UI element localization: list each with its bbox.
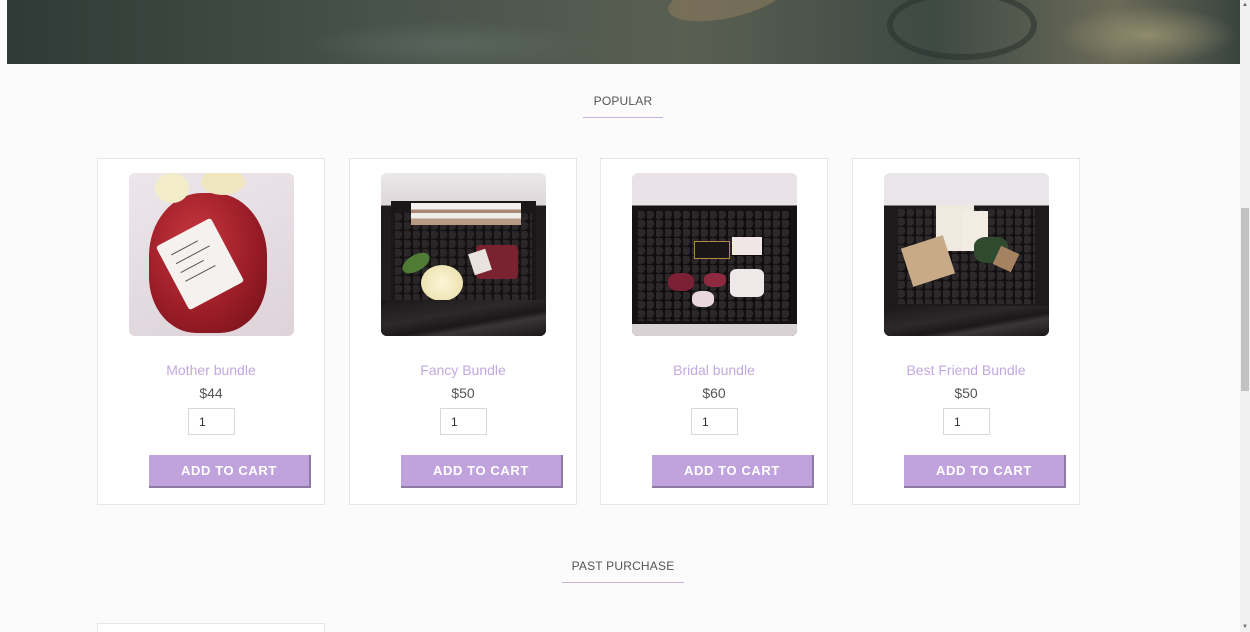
add-to-cart-button[interactable]: ADD TO CART: [149, 455, 311, 488]
popular-title-underline: [583, 117, 663, 118]
past-purchase-title-underline: [562, 582, 684, 583]
scroll-up-arrow-icon[interactable]: ▲: [1240, 0, 1250, 10]
past-purchase-card: [97, 623, 325, 632]
product-name[interactable]: Best Friend Bundle: [853, 362, 1079, 378]
product-image-best-friend-bundle[interactable]: [884, 173, 1049, 336]
add-to-cart-button[interactable]: ADD TO CART: [904, 455, 1066, 488]
quantity-input[interactable]: [691, 408, 738, 435]
page: POPULAR Mother bundle $44 ADD TO CART: [0, 0, 1250, 632]
product-card: Bridal bundle $60 ADD TO CART: [600, 158, 828, 505]
product-name[interactable]: Mother bundle: [98, 362, 324, 378]
product-price: $44: [199, 385, 223, 401]
popular-title: POPULAR: [593, 94, 653, 108]
product-image-bridal-bundle[interactable]: [632, 173, 797, 336]
quantity-input[interactable]: [440, 408, 487, 435]
product-price: $50: [954, 385, 978, 401]
past-purchase-section-heading: PAST PURCHASE: [562, 559, 684, 583]
hero-banner-image: [7, 0, 1240, 64]
popular-section-heading: POPULAR: [583, 94, 663, 118]
product-image-mother-bundle[interactable]: [129, 173, 294, 336]
product-name[interactable]: Bridal bundle: [601, 362, 827, 378]
add-to-cart-button[interactable]: ADD TO CART: [401, 455, 563, 488]
product-name[interactable]: Fancy Bundle: [350, 362, 576, 378]
vertical-scrollbar[interactable]: ▲ ▼: [1240, 0, 1250, 632]
quantity-input[interactable]: [943, 408, 990, 435]
product-card: Fancy Bundle $50 ADD TO CART: [349, 158, 577, 505]
past-purchase-title: PAST PURCHASE: [571, 559, 675, 573]
product-card: Best Friend Bundle $50 ADD TO CART: [852, 158, 1080, 505]
product-price: $50: [451, 385, 475, 401]
scroll-down-arrow-icon[interactable]: ▼: [1240, 622, 1250, 632]
product-card: Mother bundle $44 ADD TO CART: [97, 158, 325, 505]
scrollbar-thumb[interactable]: [1241, 208, 1249, 391]
product-image-fancy-bundle[interactable]: [381, 173, 546, 336]
quantity-input[interactable]: [188, 408, 235, 435]
add-to-cart-button[interactable]: ADD TO CART: [652, 455, 814, 488]
product-price: $60: [702, 385, 726, 401]
